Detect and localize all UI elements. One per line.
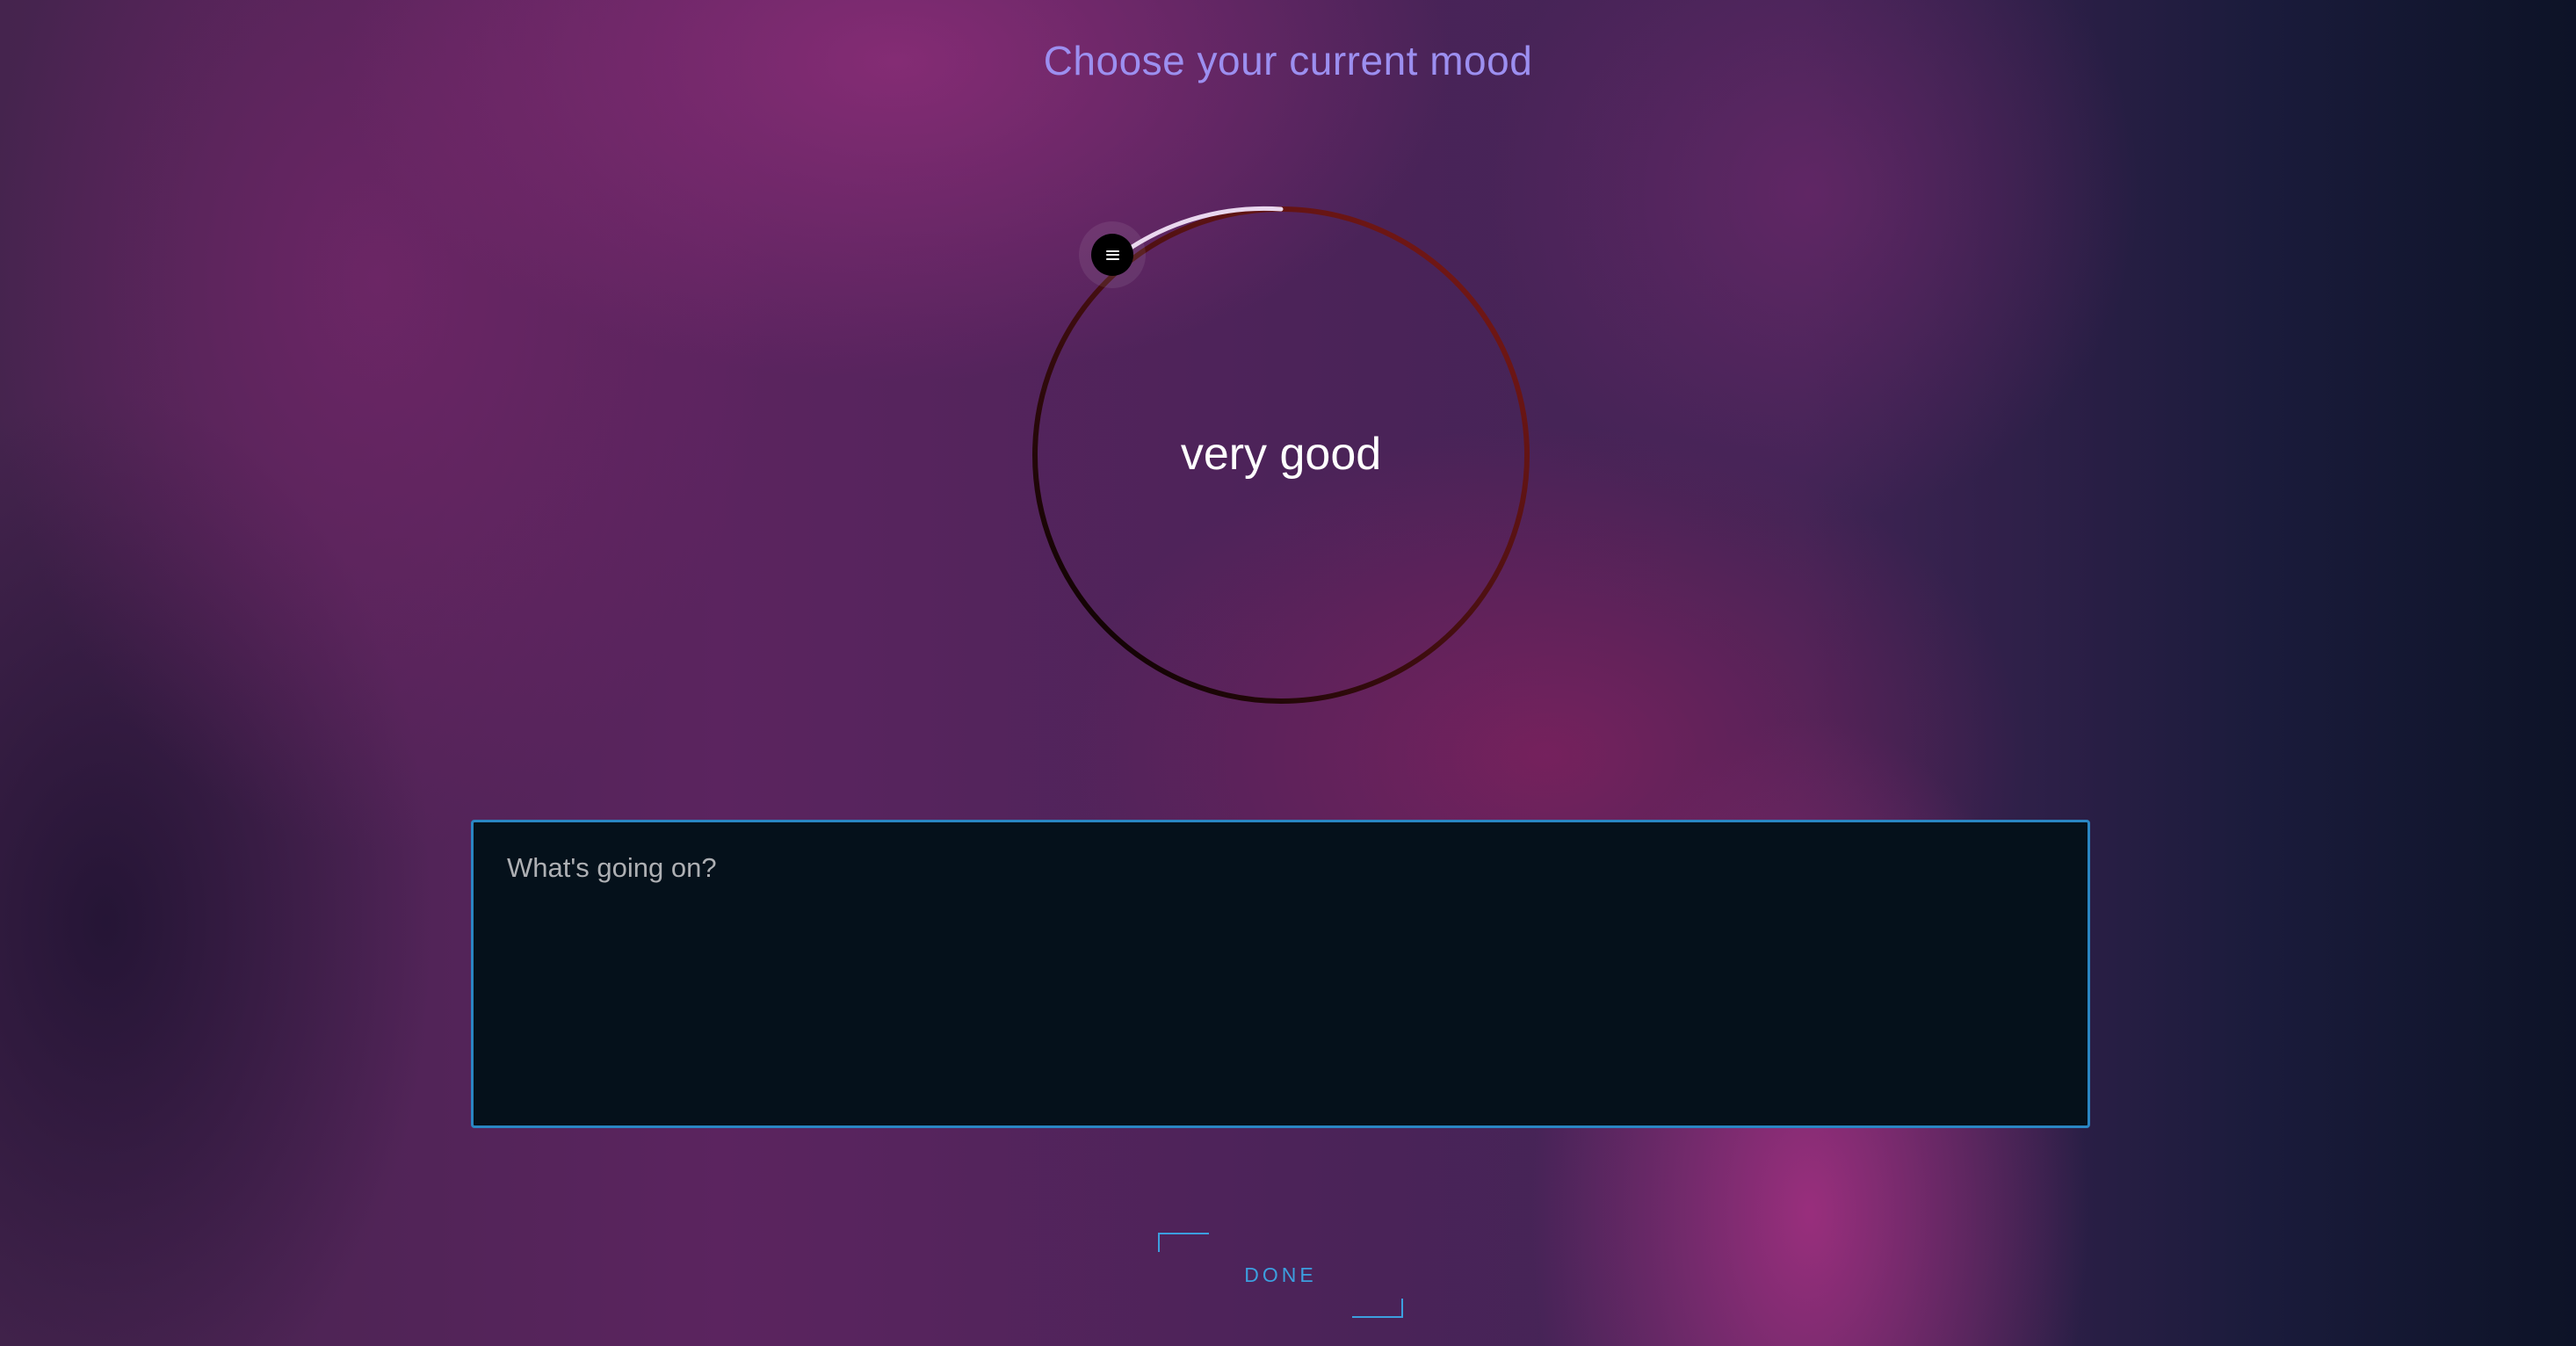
done-button-label: DONE [1244,1263,1317,1286]
mood-dial[interactable]: very good [1032,206,1530,704]
mood-dial-handle[interactable] [1091,234,1133,276]
done-button-corner-top-left [1158,1233,1209,1252]
page-title: Choose your current mood [1043,38,1533,83]
current-mood-label: very good [1180,429,1382,480]
done-button-corner-bottom-right [1352,1299,1403,1318]
menu-lines-icon [1105,250,1119,260]
mood-note-input[interactable] [507,850,2054,1097]
mood-note-container [471,820,2090,1128]
done-button[interactable]: DONE [1158,1233,1403,1318]
